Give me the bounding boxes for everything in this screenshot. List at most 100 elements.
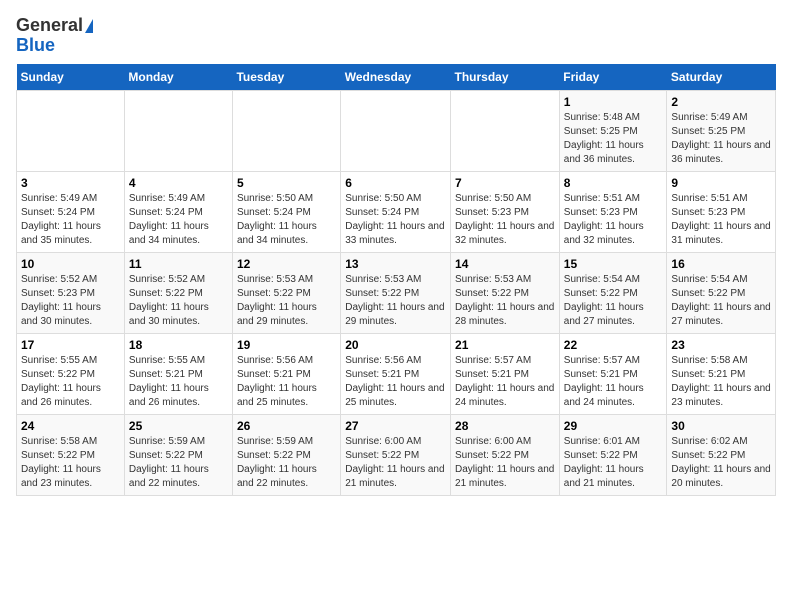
day-info: Sunrise: 5:53 AM Sunset: 5:22 PM Dayligh… — [237, 273, 336, 329]
logo-general: General — [16, 16, 83, 36]
calendar-cell: 29 Sunrise: 6:01 AM Sunset: 5:22 PM Dayli… — [559, 414, 667, 495]
calendar-cell: 8 Sunrise: 5:51 AM Sunset: 5:23 PM Daylig… — [559, 171, 667, 252]
calendar-body: 1 Sunrise: 5:48 AM Sunset: 5:25 PM Daylig… — [17, 90, 776, 495]
day-info: Sunrise: 5:55 AM Sunset: 5:21 PM Dayligh… — [129, 354, 228, 410]
day-info: Sunrise: 5:53 AM Sunset: 5:22 PM Dayligh… — [345, 273, 446, 329]
calendar-cell: 6 Sunrise: 5:50 AM Sunset: 5:24 PM Daylig… — [341, 171, 451, 252]
day-number: 9 — [671, 176, 771, 190]
day-info: Sunrise: 5:50 AM Sunset: 5:23 PM Dayligh… — [455, 192, 555, 248]
day-number: 2 — [671, 95, 771, 109]
logo-triangle-icon — [85, 19, 93, 33]
calendar-cell — [124, 90, 232, 171]
calendar-cell — [341, 90, 451, 171]
week-row-5: 24 Sunrise: 5:58 AM Sunset: 5:22 PM Dayli… — [17, 414, 776, 495]
day-number: 20 — [345, 338, 446, 352]
day-info: Sunrise: 5:49 AM Sunset: 5:25 PM Dayligh… — [671, 111, 771, 167]
calendar-cell: 3 Sunrise: 5:49 AM Sunset: 5:24 PM Daylig… — [17, 171, 125, 252]
day-number: 12 — [237, 257, 336, 271]
day-info: Sunrise: 5:48 AM Sunset: 5:25 PM Dayligh… — [564, 111, 663, 167]
day-info: Sunrise: 5:51 AM Sunset: 5:23 PM Dayligh… — [564, 192, 663, 248]
calendar-cell: 1 Sunrise: 5:48 AM Sunset: 5:25 PM Daylig… — [559, 90, 667, 171]
calendar-cell: 13 Sunrise: 5:53 AM Sunset: 5:22 PM Dayli… — [341, 252, 451, 333]
day-info: Sunrise: 6:00 AM Sunset: 5:22 PM Dayligh… — [345, 435, 446, 491]
page-header: General Blue — [16, 16, 776, 56]
week-row-4: 17Sunrise: 5:55 AM Sunset: 5:22 PM Dayli… — [17, 333, 776, 414]
calendar-cell: 25 Sunrise: 5:59 AM Sunset: 5:22 PM Dayli… — [124, 414, 232, 495]
day-info: Sunrise: 5:57 AM Sunset: 5:21 PM Dayligh… — [564, 354, 663, 410]
day-info: Sunrise: 5:49 AM Sunset: 5:24 PM Dayligh… — [129, 192, 228, 248]
header-day-wednesday: Wednesday — [341, 64, 451, 91]
day-info: Sunrise: 5:52 AM Sunset: 5:22 PM Dayligh… — [129, 273, 228, 329]
day-number: 1 — [564, 95, 663, 109]
day-number: 3 — [21, 176, 120, 190]
calendar-header: SundayMondayTuesdayWednesdayThursdayFrid… — [17, 64, 776, 91]
calendar-cell: 24 Sunrise: 5:58 AM Sunset: 5:22 PM Dayli… — [17, 414, 125, 495]
day-number: 6 — [345, 176, 446, 190]
header-day-thursday: Thursday — [451, 64, 560, 91]
day-info: Sunrise: 5:54 AM Sunset: 5:22 PM Dayligh… — [564, 273, 663, 329]
day-number: 13 — [345, 257, 446, 271]
calendar-cell: 21Sunrise: 5:57 AM Sunset: 5:21 PM Dayli… — [451, 333, 560, 414]
day-number: 30 — [671, 419, 771, 433]
calendar-cell — [17, 90, 125, 171]
day-info: Sunrise: 6:02 AM Sunset: 5:22 PM Dayligh… — [671, 435, 771, 491]
day-info: Sunrise: 5:51 AM Sunset: 5:23 PM Dayligh… — [671, 192, 771, 248]
day-number: 7 — [455, 176, 555, 190]
day-info: Sunrise: 6:00 AM Sunset: 5:22 PM Dayligh… — [455, 435, 555, 491]
day-number: 17 — [21, 338, 120, 352]
calendar-cell: 17Sunrise: 5:55 AM Sunset: 5:22 PM Dayli… — [17, 333, 125, 414]
day-number: 4 — [129, 176, 228, 190]
week-row-2: 3 Sunrise: 5:49 AM Sunset: 5:24 PM Daylig… — [17, 171, 776, 252]
calendar-cell: 12 Sunrise: 5:53 AM Sunset: 5:22 PM Dayli… — [232, 252, 340, 333]
day-info: Sunrise: 5:56 AM Sunset: 5:21 PM Dayligh… — [345, 354, 446, 410]
day-number: 5 — [237, 176, 336, 190]
day-number: 18 — [129, 338, 228, 352]
calendar-cell: 4 Sunrise: 5:49 AM Sunset: 5:24 PM Daylig… — [124, 171, 232, 252]
day-info: Sunrise: 5:58 AM Sunset: 5:22 PM Dayligh… — [21, 435, 120, 491]
day-info: Sunrise: 5:53 AM Sunset: 5:22 PM Dayligh… — [455, 273, 555, 329]
day-info: Sunrise: 5:50 AM Sunset: 5:24 PM Dayligh… — [237, 192, 336, 248]
calendar-cell: 27 Sunrise: 6:00 AM Sunset: 5:22 PM Dayli… — [341, 414, 451, 495]
day-number: 29 — [564, 419, 663, 433]
day-number: 24 — [21, 419, 120, 433]
calendar-cell — [451, 90, 560, 171]
day-number: 11 — [129, 257, 228, 271]
day-info: Sunrise: 6:01 AM Sunset: 5:22 PM Dayligh… — [564, 435, 663, 491]
day-number: 25 — [129, 419, 228, 433]
calendar-cell: 2 Sunrise: 5:49 AM Sunset: 5:25 PM Daylig… — [667, 90, 776, 171]
day-info: Sunrise: 5:57 AM Sunset: 5:21 PM Dayligh… — [455, 354, 555, 410]
day-info: Sunrise: 5:50 AM Sunset: 5:24 PM Dayligh… — [345, 192, 446, 248]
day-number: 23 — [671, 338, 771, 352]
day-info: Sunrise: 5:59 AM Sunset: 5:22 PM Dayligh… — [237, 435, 336, 491]
header-day-tuesday: Tuesday — [232, 64, 340, 91]
week-row-3: 10 Sunrise: 5:52 AM Sunset: 5:23 PM Dayli… — [17, 252, 776, 333]
header-day-sunday: Sunday — [17, 64, 125, 91]
day-number: 27 — [345, 419, 446, 433]
day-number: 14 — [455, 257, 555, 271]
calendar-cell: 28 Sunrise: 6:00 AM Sunset: 5:22 PM Dayli… — [451, 414, 560, 495]
calendar-cell: 20 Sunrise: 5:56 AM Sunset: 5:21 PM Dayli… — [341, 333, 451, 414]
calendar-cell: 16 Sunrise: 5:54 AM Sunset: 5:22 PM Dayli… — [667, 252, 776, 333]
day-info: Sunrise: 5:49 AM Sunset: 5:24 PM Dayligh… — [21, 192, 120, 248]
day-number: 10 — [21, 257, 120, 271]
day-number: 28 — [455, 419, 555, 433]
calendar-cell: 14 Sunrise: 5:53 AM Sunset: 5:22 PM Dayli… — [451, 252, 560, 333]
day-info: Sunrise: 5:52 AM Sunset: 5:23 PM Dayligh… — [21, 273, 120, 329]
day-info: Sunrise: 5:59 AM Sunset: 5:22 PM Dayligh… — [129, 435, 228, 491]
header-day-saturday: Saturday — [667, 64, 776, 91]
day-number: 26 — [237, 419, 336, 433]
header-day-friday: Friday — [559, 64, 667, 91]
day-info: Sunrise: 5:58 AM Sunset: 5:21 PM Dayligh… — [671, 354, 771, 410]
calendar-cell: 9 Sunrise: 5:51 AM Sunset: 5:23 PM Daylig… — [667, 171, 776, 252]
calendar-cell: 10 Sunrise: 5:52 AM Sunset: 5:23 PM Dayli… — [17, 252, 125, 333]
day-number: 8 — [564, 176, 663, 190]
logo-blue: Blue — [16, 36, 55, 56]
header-row: SundayMondayTuesdayWednesdayThursdayFrid… — [17, 64, 776, 91]
calendar-cell: 11 Sunrise: 5:52 AM Sunset: 5:22 PM Dayli… — [124, 252, 232, 333]
week-row-1: 1 Sunrise: 5:48 AM Sunset: 5:25 PM Daylig… — [17, 90, 776, 171]
day-info: Sunrise: 5:54 AM Sunset: 5:22 PM Dayligh… — [671, 273, 771, 329]
calendar-cell: 26 Sunrise: 5:59 AM Sunset: 5:22 PM Dayli… — [232, 414, 340, 495]
day-number: 19 — [237, 338, 336, 352]
day-number: 22 — [564, 338, 663, 352]
day-number: 16 — [671, 257, 771, 271]
